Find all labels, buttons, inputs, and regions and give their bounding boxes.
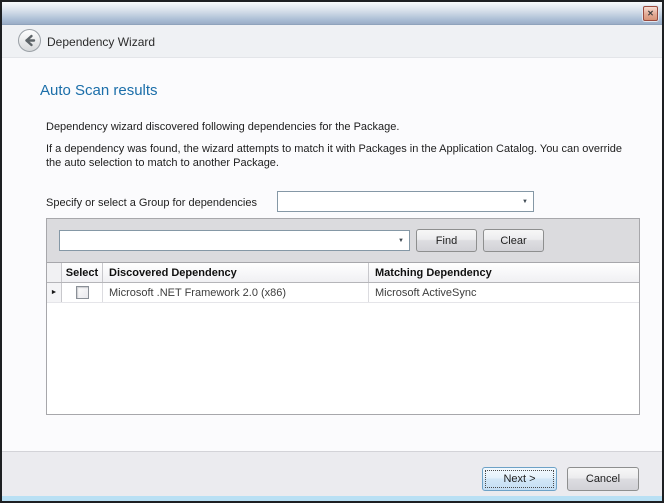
- dependency-wizard-window: ✕ Dependency Wizard Auto Scan results De…: [0, 0, 664, 503]
- grid-header-row: Select Discovered Dependency Matching De…: [47, 263, 639, 283]
- column-header-select[interactable]: Select: [62, 263, 103, 282]
- next-button[interactable]: Next >: [482, 467, 557, 491]
- wizard-title: Dependency Wizard: [47, 25, 155, 58]
- table-row[interactable]: ► Microsoft .NET Framework 2.0 (x86) Mic…: [47, 283, 639, 303]
- back-button[interactable]: [18, 29, 41, 52]
- description-line-2: If a dependency was found, the wizard at…: [46, 142, 632, 170]
- grid-corner-cell: [47, 263, 62, 282]
- close-button[interactable]: ✕: [643, 6, 658, 21]
- column-header-discovered-dependency[interactable]: Discovered Dependency: [103, 263, 369, 282]
- group-combobox-label: Specify or select a Group for dependenci…: [46, 197, 257, 209]
- footer-bar: Next > Cancel: [2, 451, 662, 496]
- cancel-button[interactable]: Cancel: [567, 467, 639, 491]
- discovered-dependency-cell: Microsoft .NET Framework 2.0 (x86): [103, 283, 369, 302]
- select-checkbox[interactable]: [76, 286, 89, 299]
- close-icon: ✕: [647, 9, 654, 18]
- select-cell: [62, 283, 103, 302]
- search-combobox[interactable]: ▼: [59, 230, 410, 251]
- find-button[interactable]: Find: [416, 229, 477, 252]
- page-title: Auto Scan results: [40, 82, 158, 99]
- arrow-left-icon: [23, 34, 36, 47]
- titlebar: ✕: [2, 2, 662, 25]
- row-header-cell: ►: [47, 283, 62, 302]
- matching-dependency-cell: Microsoft ActiveSync: [369, 283, 639, 302]
- search-and-results-panel: ▼ Find Clear Select Discovered Dependenc…: [46, 218, 640, 415]
- clear-button[interactable]: Clear: [483, 229, 544, 252]
- wizard-header: Dependency Wizard: [2, 25, 662, 58]
- chevron-down-icon: ▼: [522, 199, 528, 205]
- dependencies-grid: Select Discovered Dependency Matching De…: [47, 262, 639, 414]
- row-selector-arrow-icon: ►: [51, 289, 58, 296]
- group-combobox[interactable]: ▼: [277, 191, 534, 212]
- description-line-1: Dependency wizard discovered following d…: [46, 121, 399, 133]
- column-header-matching-dependency[interactable]: Matching Dependency: [369, 263, 639, 282]
- chevron-down-icon: ▼: [398, 238, 404, 244]
- window-bottom-glass-strip: [2, 496, 662, 501]
